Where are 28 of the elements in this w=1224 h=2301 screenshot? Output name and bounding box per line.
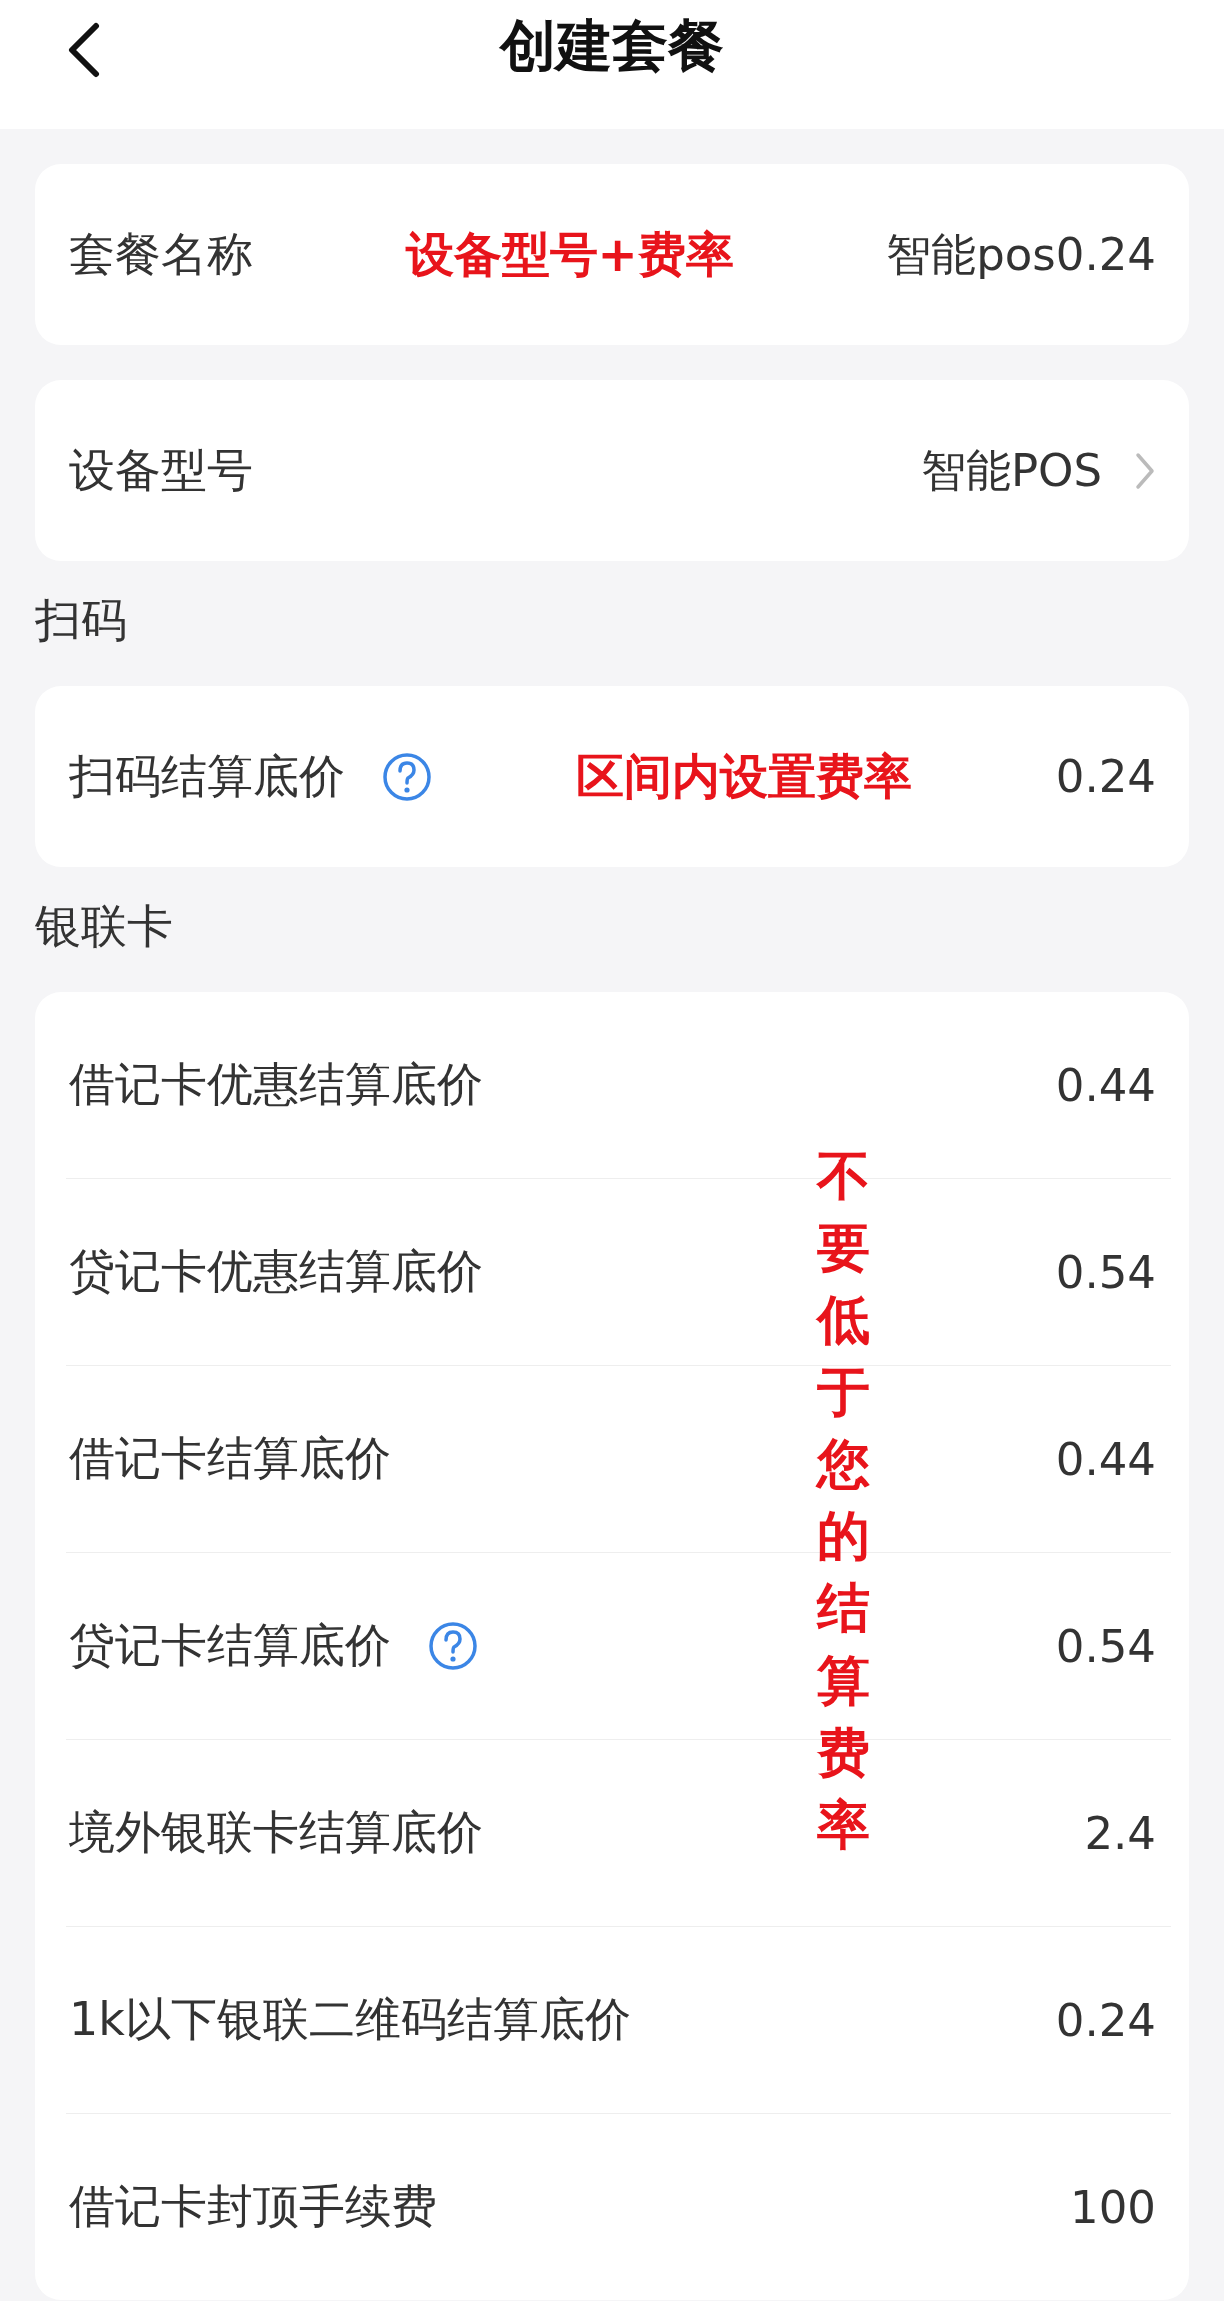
field-label: 套餐名称 (69, 225, 253, 283)
field-label: 贷记卡结算底价 (69, 1617, 391, 1674)
field-value: 智能pos0.24 (886, 226, 1156, 283)
field-label: 借记卡优惠结算底价 (69, 1056, 483, 1113)
field-value: 0.44 (1055, 1432, 1156, 1486)
help-icon[interactable] (427, 1620, 479, 1672)
field-label: 借记卡封顶手续费 (69, 2178, 437, 2235)
field-value[interactable]: 智能POS (920, 440, 1102, 501)
field-value: 0.24 (1055, 1993, 1156, 2047)
field-label: 设备型号 (69, 441, 253, 499)
field-label: 贷记卡优惠结算底价 (69, 1243, 483, 1300)
page-title: 创建套餐 (500, 12, 724, 80)
annotation-text: 不要低于您的结算费率 (817, 1144, 870, 1857)
field-label: 境外银联卡结算底价 (69, 1804, 483, 1861)
field-label: 借记卡结算底价 (69, 1430, 391, 1487)
section-heading: 银联卡 (35, 899, 173, 953)
field-label: 扫码结算底价 (69, 747, 345, 805)
field-value: 0.24 (1055, 750, 1156, 803)
field-value: 0.44 (1055, 1058, 1156, 1112)
annotation-text: 设备型号+费率 (405, 224, 734, 284)
field-label: 1k以下银联二维码结算底价 (69, 1991, 631, 2048)
section-heading: 扫码 (35, 593, 127, 647)
field-value: 0.54 (1055, 1245, 1156, 1299)
help-icon[interactable] (381, 750, 433, 803)
annotation-text: 区间内设置费率 (576, 746, 913, 806)
field-value: 100 (1070, 2180, 1156, 2234)
field-value: 0.54 (1055, 1619, 1156, 1673)
field-value: 2.4 (1084, 1806, 1156, 1860)
